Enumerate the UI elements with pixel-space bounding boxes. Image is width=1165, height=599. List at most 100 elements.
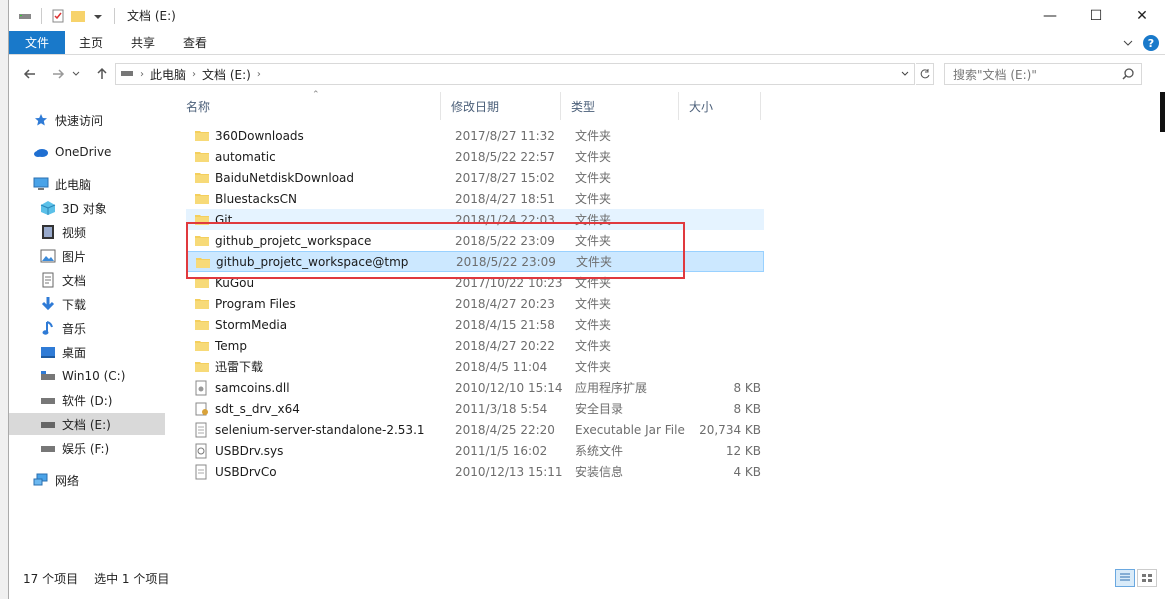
back-button[interactable] <box>19 63 41 85</box>
minimize-button[interactable]: — <box>1027 0 1073 31</box>
sidebar-item-drive-e[interactable]: 文档 (E:) <box>9 413 165 435</box>
sidebar-item-music[interactable]: 音乐 <box>9 317 165 339</box>
sidebar-item-pictures[interactable]: 图片 <box>9 245 165 267</box>
sidebar-item-label: 文档 <box>62 273 87 288</box>
up-button[interactable] <box>91 63 113 85</box>
file-type: 安全目录 <box>575 402 624 416</box>
table-row[interactable]: selenium-server-standalone-2.53.1 2018/4/… <box>186 419 764 440</box>
table-row[interactable]: Program Files 2018/4/27 20:23 文件夹 <box>186 293 764 314</box>
sidebar-item-label: 娱乐 (F:) <box>62 441 110 456</box>
file-modified-date: 2018/1/24 22:03 <box>455 212 555 227</box>
sidebar-item-desktop[interactable]: 桌面 <box>9 341 165 363</box>
properties-icon[interactable] <box>50 8 66 24</box>
inf-file-icon <box>194 464 210 480</box>
tab-home[interactable]: 主页 <box>65 31 117 54</box>
column-header-name[interactable]: 名称 <box>176 92 441 120</box>
table-row[interactable]: USBDrv.sys 2011/1/5 16:02 系统文件 12 KB <box>186 440 764 461</box>
background-window-edge <box>1160 92 1165 132</box>
sidebar-item-onedrive[interactable]: OneDrive <box>9 141 165 163</box>
file-modified-date: 2018/5/22 22:57 <box>455 149 555 164</box>
file-type: 文件夹 <box>576 255 613 269</box>
sidebar-item-this-pc[interactable]: 此电脑 <box>9 173 165 195</box>
sidebar-item-label: 视频 <box>62 225 87 240</box>
file-name: KuGou <box>215 275 255 290</box>
column-header-date[interactable]: 修改日期 <box>441 92 561 120</box>
navigation-bar: › 此电脑 › 文档 (E:) › 搜索"文档 (E:)" <box>9 56 1165 92</box>
close-button[interactable]: ✕ <box>1119 0 1165 31</box>
network-icon <box>33 472 49 488</box>
sidebar-item-label: 下载 <box>62 297 87 312</box>
table-row[interactable]: Temp 2018/4/27 20:22 文件夹 <box>186 335 764 356</box>
table-row[interactable]: automatic 2018/5/22 22:57 文件夹 <box>186 146 764 167</box>
table-row[interactable]: Git 2018/1/24 22:03 文件夹 <box>186 209 764 230</box>
customize-toolbar-icon[interactable] <box>90 8 106 24</box>
sidebar-item-label: OneDrive <box>55 145 112 159</box>
search-placeholder: 搜索"文档 (E:)" <box>953 67 1037 82</box>
help-icon[interactable]: ? <box>1143 35 1159 51</box>
breadcrumb-separator-icon[interactable]: › <box>140 69 144 80</box>
address-dropdown-icon[interactable] <box>896 64 914 84</box>
table-row[interactable]: 360Downloads 2017/8/27 11:32 文件夹 <box>186 125 764 146</box>
search-input[interactable]: 搜索"文档 (E:)" <box>944 63 1142 85</box>
tab-view[interactable]: 查看 <box>169 31 221 54</box>
breadcrumb-drive-e[interactable]: 文档 (E:) <box>202 66 251 83</box>
sidebar-item-quick-access[interactable]: 快速访问 <box>9 109 165 131</box>
sidebar-item-3d-objects[interactable]: 3D 对象 <box>9 197 165 219</box>
table-row[interactable]: github_projetc_workspace 2018/5/22 23:09 文… <box>186 230 764 251</box>
table-row[interactable]: KuGou 2017/10/22 10:23 文件夹 <box>186 272 764 293</box>
breadcrumb-this-pc[interactable]: 此电脑 <box>150 66 186 83</box>
file-name: github_projetc_workspace <box>215 233 372 248</box>
recent-locations-icon[interactable] <box>69 63 83 85</box>
new-folder-icon[interactable] <box>70 8 86 24</box>
picture-icon <box>40 248 56 264</box>
status-bar: 17 个项目 选中 1 个项目 <box>9 566 1165 590</box>
folder-icon <box>194 275 210 290</box>
tab-share[interactable]: 共享 <box>117 31 169 54</box>
folder-icon <box>194 338 210 353</box>
column-header-type[interactable]: 类型 <box>561 92 679 120</box>
table-row[interactable]: USBDrvCo 2010/12/13 15:11 安装信息 4 KB <box>186 461 764 482</box>
table-row[interactable]: BluestacksCN 2018/4/27 18:51 文件夹 <box>186 188 764 209</box>
expand-ribbon-icon[interactable] <box>1121 36 1135 50</box>
column-header-size[interactable]: 大小 <box>679 92 761 120</box>
sidebar-item-drive-d[interactable]: 软件 (D:) <box>9 389 165 411</box>
sidebar-item-label: 快速访问 <box>55 113 104 128</box>
large-icons-view-button[interactable] <box>1137 569 1157 587</box>
folder-icon <box>194 212 210 227</box>
refresh-button[interactable] <box>916 63 934 85</box>
folder-icon <box>195 255 211 270</box>
file-modified-date: 2018/4/25 22:20 <box>455 422 555 437</box>
sidebar-item-drive-c[interactable]: Win10 (C:) <box>9 365 165 387</box>
file-type: 文件夹 <box>575 150 612 164</box>
file-type: 安装信息 <box>575 465 624 479</box>
breadcrumb-separator-icon[interactable]: › <box>257 69 261 80</box>
title-bar: 文档 (E:) — ☐ ✕ <box>9 0 1165 31</box>
details-view-button[interactable] <box>1115 569 1135 587</box>
table-row[interactable]: 迅雷下载 2018/4/5 11:04 文件夹 <box>186 356 764 377</box>
file-modified-date: 2010/12/10 15:14 <box>455 380 563 395</box>
forward-button[interactable] <box>47 63 69 85</box>
maximize-button[interactable]: ☐ <box>1073 0 1119 31</box>
sidebar-item-videos[interactable]: 视频 <box>9 221 165 243</box>
file-size: 4 KB <box>733 464 761 479</box>
background-window-edge <box>0 0 8 599</box>
table-row[interactable]: samcoins.dll 2010/12/10 15:14 应用程序扩展 8 KB <box>186 377 764 398</box>
table-row[interactable]: sdt_s_drv_x64 2011/3/18 5:54 安全目录 8 KB <box>186 398 764 419</box>
file-type: 文件夹 <box>575 234 612 248</box>
breadcrumb-separator-icon[interactable]: › <box>192 69 196 80</box>
sidebar-item-drive-f[interactable]: 娱乐 (F:) <box>9 437 165 459</box>
cube-icon <box>40 200 56 216</box>
tab-file[interactable]: 文件 <box>9 31 65 54</box>
search-icon[interactable] <box>1121 67 1135 84</box>
table-row[interactable]: BaiduNetdiskDownload 2017/8/27 15:02 文件夹 <box>186 167 764 188</box>
sidebar-item-label: 此电脑 <box>55 177 92 192</box>
table-row[interactable]: StormMedia 2018/4/15 21:58 文件夹 <box>186 314 764 335</box>
sidebar-item-network[interactable]: 网络 <box>9 469 165 491</box>
sidebar-item-documents[interactable]: 文档 <box>9 269 165 291</box>
address-bar[interactable]: › 此电脑 › 文档 (E:) › <box>115 63 915 85</box>
window-title: 文档 (E:) <box>127 9 176 23</box>
folder-icon <box>194 317 210 332</box>
sidebar-item-downloads[interactable]: 下载 <box>9 293 165 315</box>
table-row[interactable]: github_projetc_workspace@tmp 2018/5/22 23… <box>186 251 764 272</box>
file-name: automatic <box>215 149 276 164</box>
